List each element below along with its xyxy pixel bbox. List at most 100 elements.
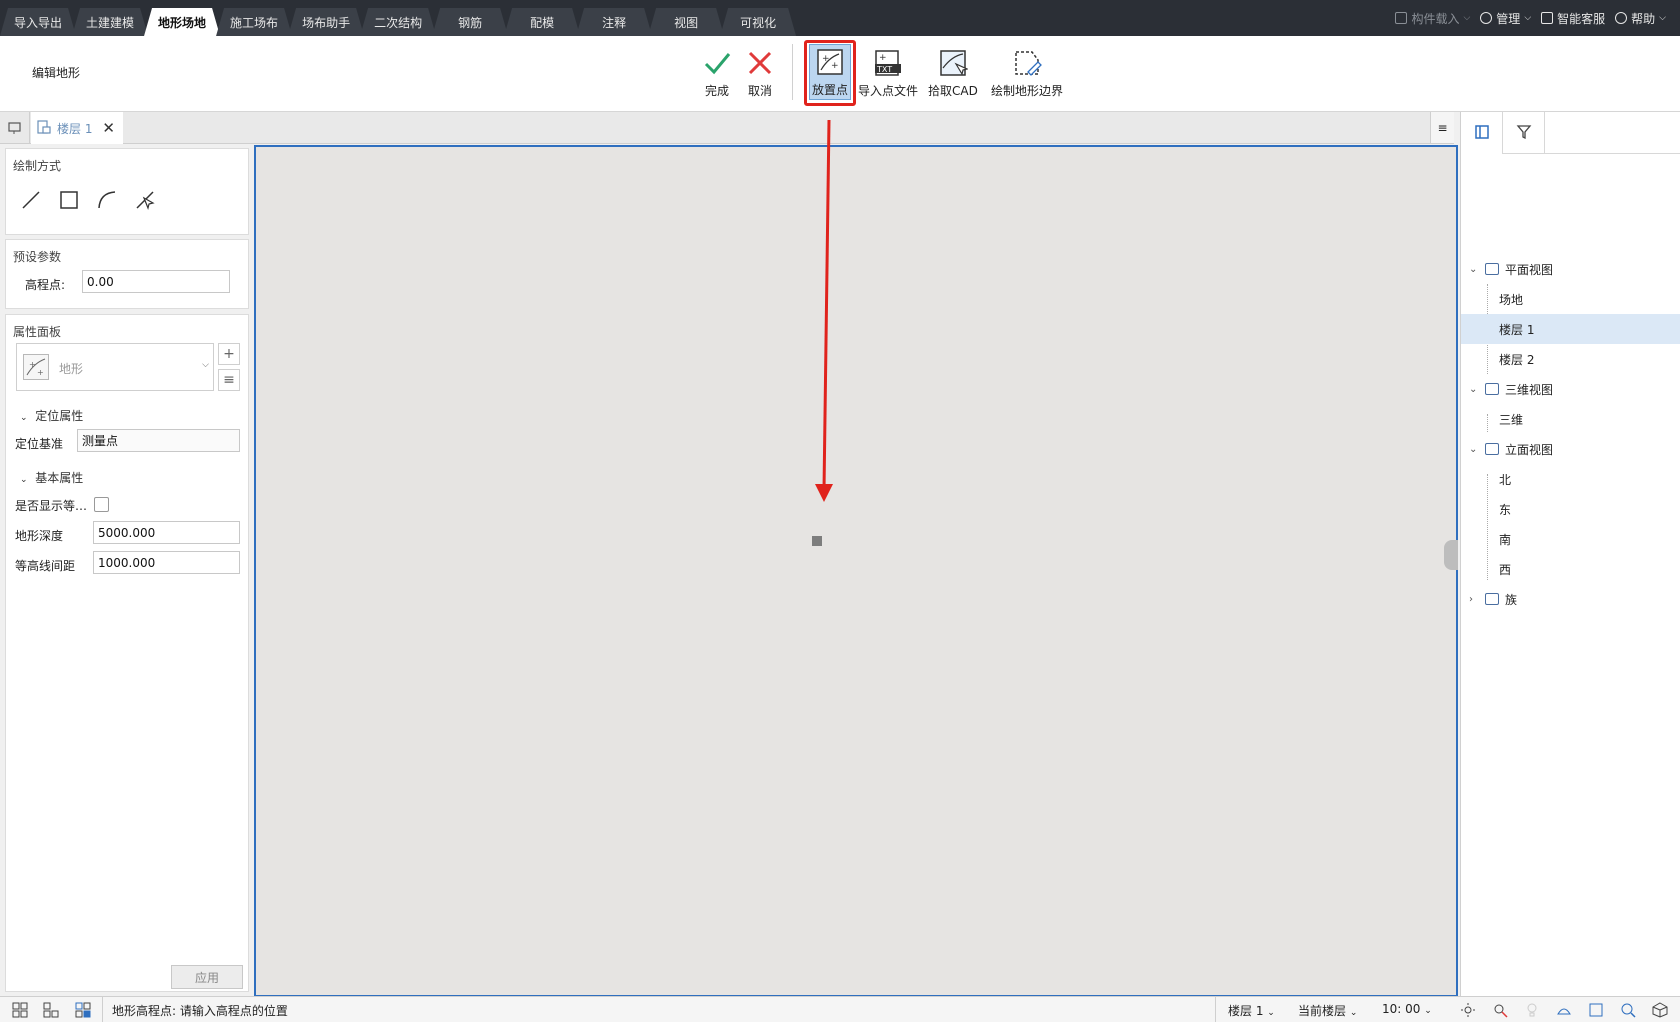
tab-construction-layout[interactable]: 施工场布 xyxy=(216,8,292,36)
scale-dropdown[interactable]: 10: 00 ⌄ xyxy=(1382,1002,1432,1016)
tab-secondary-structure[interactable]: 二次结构 xyxy=(360,8,436,36)
svg-text:TXT: TXT xyxy=(876,65,892,74)
tree-site[interactable]: 场地 xyxy=(1461,284,1680,314)
draw-boundary-icon xyxy=(1010,46,1044,80)
position-base-label: 定位基准 xyxy=(15,437,64,451)
panel-icon xyxy=(1474,124,1490,143)
cancel-button[interactable]: 取消 xyxy=(743,46,777,99)
tree-north[interactable]: 北 xyxy=(1461,464,1680,494)
group-basic[interactable]: ⌄ 基本属性 xyxy=(20,469,83,486)
chevron-down-icon: ⌄ xyxy=(1267,1008,1275,1018)
place-point-button[interactable]: + + 放置点 xyxy=(809,44,851,100)
tree-east[interactable]: 东 xyxy=(1461,494,1680,524)
tree-south[interactable]: 南 xyxy=(1461,524,1680,554)
position-base-field[interactable] xyxy=(77,429,240,452)
tab-import-export[interactable]: 导入导出 xyxy=(0,8,76,36)
svg-text:+: + xyxy=(879,53,887,63)
terrain-depth-label: 地形深度 xyxy=(15,529,64,543)
properties-section: 属性面板 ++ 地形 ⌵ + ≡ ⌄ 定位属性 定位基准 ⌄ 基本属性 是否显示… xyxy=(5,314,249,992)
chevron-down-icon: ⌵ xyxy=(1524,13,1532,23)
pick-line-icon[interactable] xyxy=(134,189,156,211)
type-selector[interactable]: + + 地形 ⌵ xyxy=(16,343,214,391)
pick-cad-button[interactable]: 拾取CAD xyxy=(928,46,978,99)
tab-annotation[interactable]: 注释 xyxy=(576,8,652,36)
elevation-point-marker[interactable] xyxy=(812,536,822,546)
grid-view-icon[interactable] xyxy=(12,1002,28,1018)
contour-spacing-input[interactable] xyxy=(93,551,240,574)
browser-tabs xyxy=(1461,112,1680,154)
status-separator xyxy=(1215,997,1216,1022)
line-icon[interactable] xyxy=(20,189,42,211)
tab-view[interactable]: 视图 xyxy=(648,8,724,36)
tree-elevation-views[interactable]: ⌄ 立面视图 xyxy=(1461,434,1680,464)
ribbon-tabs: 导入导出 土建建模 地形场地 施工场布 场布助手 二次结构 钢筋 配模 注释 视… xyxy=(0,0,792,36)
view-switch-icon[interactable] xyxy=(0,112,30,143)
hide-element-icon[interactable] xyxy=(1492,1002,1508,1018)
tree-floor-1[interactable]: 楼层 1 xyxy=(1461,314,1680,344)
status-bar: 地形高程点: 请输入高程点的位置 楼层 1 ⌄ 当前楼层 ⌄ 10: 00 ⌄ xyxy=(0,996,1680,1022)
tree-west[interactable]: 西 xyxy=(1461,554,1680,584)
tree-floor-2[interactable]: 楼层 2 xyxy=(1461,344,1680,374)
panel-collapse-handle[interactable] xyxy=(1444,540,1458,570)
view-cube-icon[interactable] xyxy=(1652,1002,1668,1018)
cube-icon xyxy=(1485,383,1499,395)
gear-icon xyxy=(1480,12,1493,24)
plan-view-icon xyxy=(1485,263,1499,275)
tab-floor-1[interactable]: 楼层 1 ✕ xyxy=(31,112,123,144)
chevron-down-icon: ⌄ xyxy=(20,413,28,423)
tab-rebar[interactable]: 钢筋 xyxy=(432,8,508,36)
help-button[interactable]: 帮助 ⌵ xyxy=(1615,10,1666,27)
tab-visualization[interactable]: 可视化 xyxy=(720,8,796,36)
top-right-tools: 构件载入 ⌵ 管理 ⌵ 智能客服 帮助 ⌵ xyxy=(1395,0,1666,36)
contour-spacing-label: 等高线间距 xyxy=(15,559,76,573)
render-icon[interactable] xyxy=(1556,1002,1572,1018)
rectangle-icon[interactable] xyxy=(58,189,80,211)
draw-mode-section: 绘制方式 xyxy=(5,148,249,235)
crop-region-icon[interactable] xyxy=(1588,1002,1604,1018)
chevron-down-icon: ⌄ xyxy=(1469,443,1478,455)
tree-plan-views[interactable]: ⌄ 平面视图 xyxy=(1461,254,1680,284)
zoom-fit-icon[interactable] xyxy=(1620,1002,1636,1018)
edit-type-button[interactable]: ≡ xyxy=(218,369,240,391)
floor-dropdown[interactable]: 楼层 1 ⌄ xyxy=(1228,1002,1275,1019)
pick-cad-icon xyxy=(936,46,970,80)
layout-view-icon[interactable] xyxy=(43,1002,59,1018)
drawing-canvas[interactable] xyxy=(254,145,1458,997)
done-button[interactable]: 完成 xyxy=(700,46,734,99)
elevation-input[interactable] xyxy=(82,270,230,293)
tab-browser[interactable] xyxy=(1461,112,1503,154)
smart-support-button[interactable]: 智能客服 xyxy=(1541,10,1605,27)
help-icon xyxy=(1615,12,1628,24)
top-menu-bar: 导入导出 土建建模 地形场地 施工场布 场布助手 二次结构 钢筋 配模 注释 视… xyxy=(0,0,1680,36)
import-point-file-button[interactable]: TXT + 导入点文件 xyxy=(858,46,918,99)
show-contour-checkbox[interactable] xyxy=(94,497,109,512)
add-type-button[interactable]: + xyxy=(218,343,240,365)
tree-3d[interactable]: 三维 xyxy=(1461,404,1680,434)
chevron-down-icon: ⌄ xyxy=(1469,263,1478,275)
tile-view-icon[interactable] xyxy=(75,1002,91,1018)
menu-icon[interactable]: ≡ xyxy=(1430,112,1454,143)
chevron-down-icon: ⌵ xyxy=(1463,13,1471,23)
component-load-button[interactable]: 构件载入 ⌵ xyxy=(1395,10,1470,27)
status-message: 地形高程点: 请输入高程点的位置 xyxy=(112,1004,288,1018)
group-positioning[interactable]: ⌄ 定位属性 xyxy=(20,407,83,424)
tab-formwork[interactable]: 配模 xyxy=(504,8,580,36)
tree-family[interactable]: › 族 xyxy=(1461,584,1680,614)
tab-civil-modeling[interactable]: 土建建模 xyxy=(72,8,148,36)
svg-text:+: + xyxy=(29,360,36,369)
draw-terrain-boundary-button[interactable]: 绘制地形边界 xyxy=(991,46,1063,99)
arc-icon[interactable] xyxy=(96,189,118,211)
current-floor-dropdown[interactable]: 当前楼层 ⌄ xyxy=(1298,1002,1357,1019)
light-bulb-icon[interactable] xyxy=(1524,1002,1540,1018)
tab-filter[interactable] xyxy=(1503,112,1545,154)
apply-button[interactable]: 应用 xyxy=(171,965,243,989)
terrain-depth-input[interactable] xyxy=(93,521,240,544)
tab-layout-assistant[interactable]: 场布助手 xyxy=(288,8,364,36)
close-icon[interactable]: ✕ xyxy=(102,119,115,137)
sun-icon[interactable] xyxy=(1460,1002,1476,1018)
tab-terrain-site[interactable]: 地形场地 xyxy=(144,8,220,36)
manage-button[interactable]: 管理 ⌵ xyxy=(1480,10,1531,27)
tree-3d-views[interactable]: ⌄ 三维视图 xyxy=(1461,374,1680,404)
svg-text:+: + xyxy=(37,368,44,377)
elevation-label: 高程点: xyxy=(25,278,66,292)
